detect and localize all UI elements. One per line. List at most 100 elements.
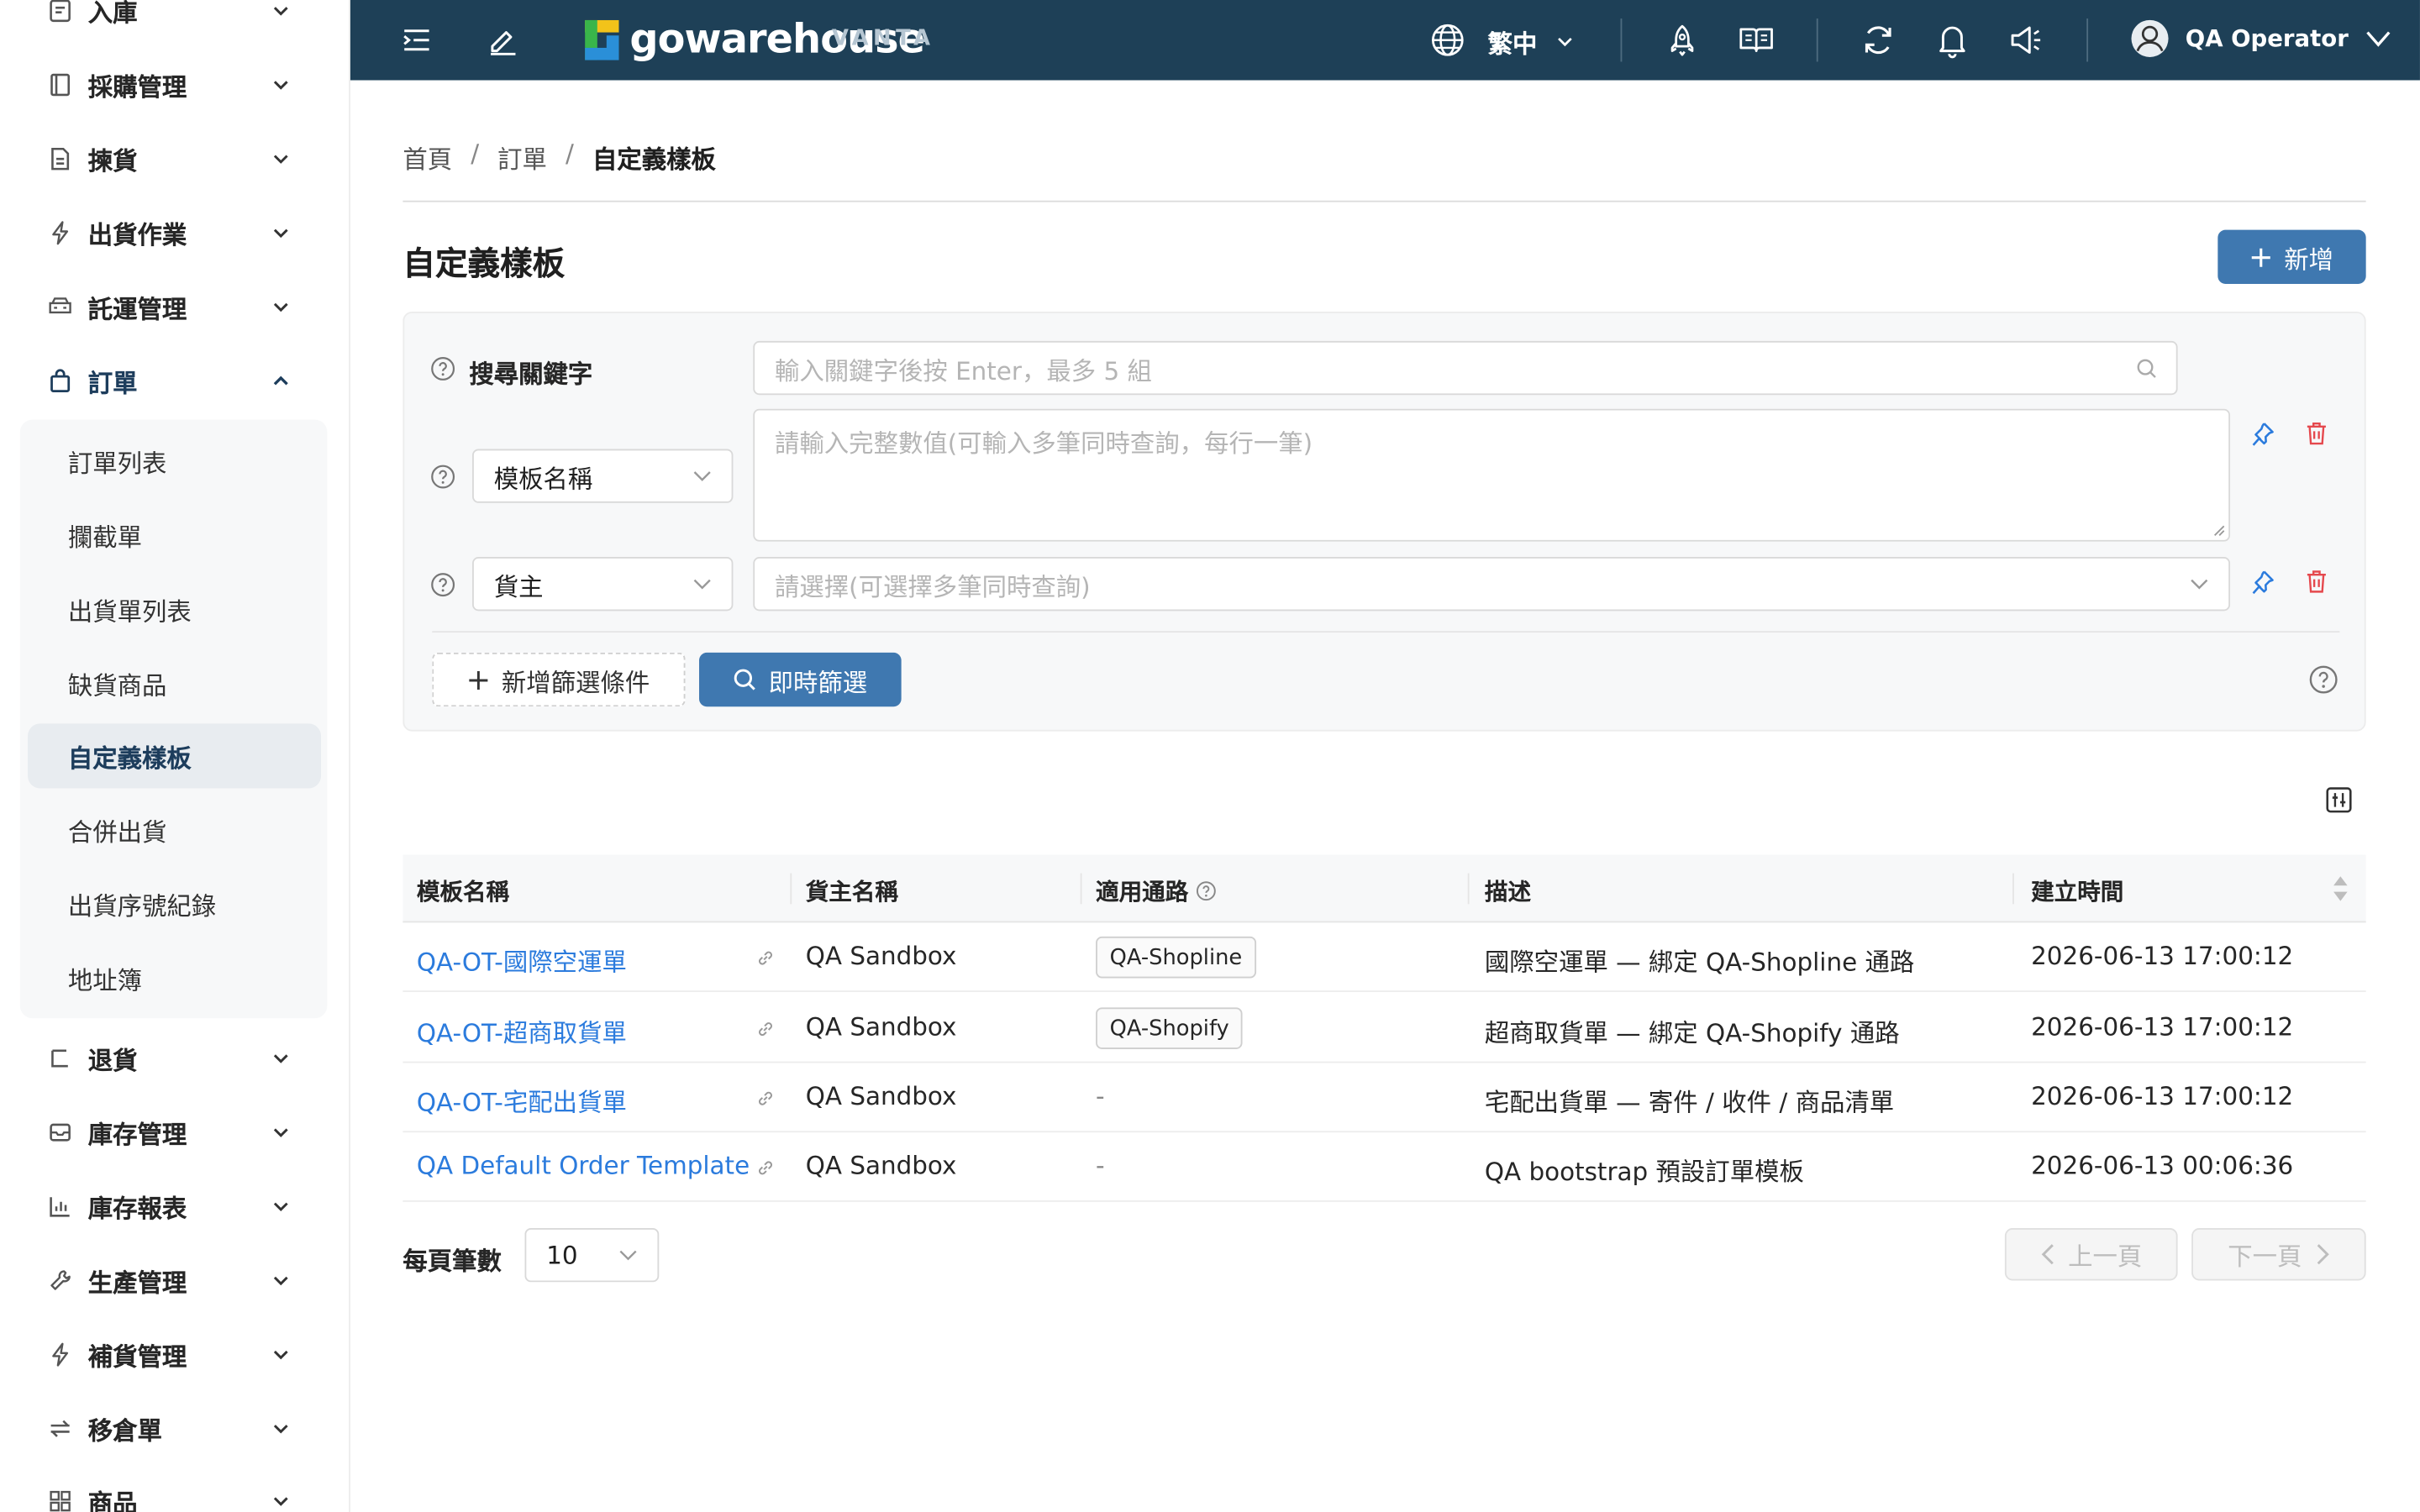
field-select-template-name[interactable]: 模板名稱 [472, 449, 734, 503]
sidebar-item-label: 移倉單 [87, 1416, 162, 1446]
sidebar-item-purchasing[interactable]: 採購管理 [0, 54, 349, 115]
sidebar-item-inventory[interactable]: 庫存管理 [0, 1101, 349, 1163]
filter-panel: 搜尋關鍵字 輸入關鍵字後按 Enter，最多 5 組 模板名稱 請輸入完整數值(… [402, 312, 2366, 732]
sidebar-item-picking[interactable]: 揀貨 [0, 128, 349, 189]
template-name-link[interactable]: QA Default Order Template [417, 1151, 750, 1180]
sidebar-item-shipping-ops[interactable]: 出貨作業 [0, 202, 349, 264]
edit-icon[interactable] [485, 22, 522, 59]
sidebar-subitem-order-list[interactable]: 訂單列表 [20, 429, 328, 494]
sidebar-item-consignment[interactable]: 託運管理 [0, 276, 349, 338]
sidebar-subitem-out-of-stock[interactable]: 缺貨商品 [20, 651, 328, 716]
plus-icon [469, 670, 488, 690]
divider [402, 200, 2366, 202]
owner-cell: QA Sandbox [805, 1151, 957, 1181]
template-name-link[interactable]: QA-OT-超商取貨單 [417, 1012, 627, 1049]
textarea-placeholder: 請輸入完整數值(可輸入多筆同時查詢，每行一筆) [775, 428, 1313, 459]
chevron-down-icon [273, 1425, 288, 1434]
chevron-down-icon [273, 1202, 288, 1212]
search-icon [2137, 359, 2156, 378]
sidebar-item-orders[interactable]: 訂單 [0, 350, 349, 412]
table-row: QA-OT-宅配出貨單 QA Sandbox - 宅配出貨單 — 寄件 / 收件… [402, 1063, 2366, 1133]
refresh-icon[interactable] [1860, 22, 1897, 59]
add-filter-condition-button[interactable]: 新增篩選條件 [432, 652, 686, 707]
keyword-label: 搜尋關鍵字 [469, 359, 593, 389]
sidebar-item-label: 補貨管理 [87, 1341, 187, 1372]
chevron-down-icon [273, 155, 288, 164]
sidebar-subitem-custom-template[interactable]: 自定義樣板 [28, 723, 322, 789]
main-content: 首頁 / 訂單 / 自定義樣板 自定義樣板 新增 搜尋關鍵字 輸入關鍵字後按 E… [350, 81, 2420, 1512]
sidebar-subitem-serial-record[interactable]: 出貨序號紀錄 [20, 872, 328, 937]
sidebar-item-label: 庫存報表 [87, 1194, 187, 1224]
sidebar-item-production[interactable]: 生產管理 [0, 1250, 349, 1311]
user-menu[interactable]: QA Operator [2130, 18, 2392, 59]
chevron-right-icon [2316, 1244, 2328, 1265]
column-header-channel: 適用通路 [1096, 874, 1216, 907]
column-settings-icon[interactable] [2326, 787, 2352, 813]
breadcrumb-home[interactable]: 首頁 [402, 139, 452, 176]
sidebar-subitem-intercept[interactable]: 攔截單 [20, 503, 328, 568]
rocket-icon[interactable] [1664, 22, 1701, 59]
announcement-icon[interactable] [2008, 22, 2045, 59]
sidebar-item-inbound[interactable]: 入庫 [0, 0, 349, 42]
sidebar-item-label: 庫存管理 [87, 1120, 187, 1150]
field-select-owner[interactable]: 貨主 [472, 557, 734, 612]
sidebar-subitem-merge-shipment[interactable]: 合併出貨 [20, 798, 328, 863]
help-icon[interactable] [2309, 665, 2338, 695]
sidebar-subitem-address-book[interactable]: 地址簿 [20, 946, 328, 1011]
help-icon[interactable] [430, 572, 455, 597]
user-name: QA Operator [2185, 24, 2349, 53]
table-row: QA-OT-超商取貨單 QA Sandbox QA-Shopify 超商取貨單 … [402, 994, 2366, 1063]
help-icon[interactable] [1196, 881, 1216, 901]
column-header-created-at[interactable]: 建立時間 [2031, 874, 2123, 907]
template-name-link[interactable]: QA-OT-國際空運單 [417, 941, 627, 978]
pin-icon[interactable] [2250, 570, 2275, 597]
link-icon[interactable] [756, 1158, 775, 1177]
prev-page-button[interactable]: 上一頁 [2004, 1228, 2178, 1281]
language-selector[interactable]: 繁中 [1488, 24, 1575, 60]
sidebar-item-transfer[interactable]: 移倉單 [0, 1398, 349, 1459]
description-cell: 宅配出貨單 — 寄件 / 收件 / 商品清單 [1484, 1087, 1895, 1117]
sidebar-item-returns[interactable]: 退貨 [0, 1027, 349, 1089]
template-name-textarea[interactable]: 請輸入完整數值(可輸入多筆同時查詢，每行一筆) [753, 408, 2231, 542]
book-icon[interactable] [1738, 22, 1775, 59]
sidebar-subitem-shipment-list[interactable]: 出貨單列表 [20, 577, 328, 642]
divider [1620, 18, 1623, 62]
page-size-select[interactable]: 10 [524, 1228, 660, 1283]
link-icon[interactable] [756, 949, 775, 968]
pin-icon[interactable] [2250, 421, 2275, 449]
bell-icon[interactable] [1933, 22, 1970, 59]
description-cell: 超商取貨單 — 綁定 QA-Shopify 通路 [1484, 1018, 1900, 1048]
sidebar-item-label: 揀貨 [87, 146, 138, 176]
help-icon[interactable] [430, 356, 455, 381]
chevron-down-icon [273, 1054, 288, 1063]
table-row: QA-OT-國際空運單 QA Sandbox QA-Shopline 國際空運單… [402, 922, 2366, 992]
help-icon[interactable] [430, 465, 455, 489]
bar-chart-icon [46, 1193, 74, 1221]
add-button-label: 新增 [2284, 244, 2334, 275]
sidebar-item-replenishment[interactable]: 補貨管理 [0, 1324, 349, 1385]
instant-filter-button[interactable]: 即時篩選 [699, 652, 902, 707]
owner-multiselect[interactable]: 請選擇(可選擇多筆同時查詢) [753, 557, 2231, 612]
menu-collapse-icon[interactable] [398, 22, 435, 59]
trash-icon[interactable] [2306, 570, 2328, 594]
truck-icon [46, 293, 74, 321]
sort-icon[interactable] [2332, 874, 2349, 905]
template-name-link[interactable]: QA-OT-宅配出貨單 [417, 1082, 627, 1119]
keyword-search-input[interactable]: 輸入關鍵字後按 Enter，最多 5 組 [753, 340, 2178, 396]
link-icon[interactable] [756, 1089, 775, 1108]
sidebar-item-label: 退貨 [87, 1046, 138, 1076]
chevron-down-icon [273, 1350, 288, 1360]
link-icon[interactable] [756, 1020, 775, 1038]
resize-handle-icon[interactable] [2213, 524, 2226, 537]
add-button[interactable]: 新增 [2217, 229, 2366, 284]
breadcrumb-orders[interactable]: 訂單 [497, 139, 547, 176]
created-at-cell: 2026-06-13 17:00:12 [2031, 1011, 2294, 1042]
trash-icon[interactable] [2306, 421, 2328, 445]
sidebar-item-products[interactable]: 商品 [0, 1470, 349, 1512]
channel-tag: QA-Shopline [1096, 936, 1256, 979]
sidebar-item-inventory-report[interactable]: 庫存報表 [0, 1176, 349, 1237]
next-page-button[interactable]: 下一頁 [2191, 1228, 2366, 1281]
next-page-label: 下一頁 [2228, 1242, 2302, 1272]
owner-cell: QA Sandbox [805, 1081, 957, 1111]
globe-icon[interactable] [1429, 22, 1466, 59]
